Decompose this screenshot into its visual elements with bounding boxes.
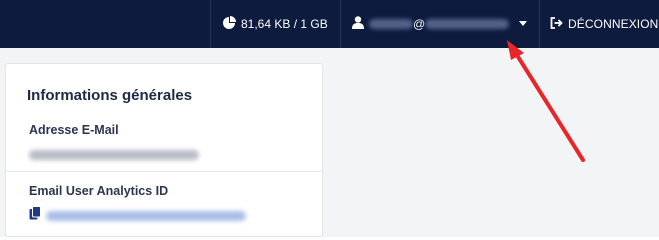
sign-out-icon [550,16,563,32]
user-icon [352,16,364,32]
card-divider [6,171,322,172]
analytics-id-label: Email User Analytics ID [29,184,169,198]
logout-label: DÉCONNEXION [568,17,659,31]
storage-usage-indicator: 81,64 KB / 1 GB [222,0,328,48]
topbar-divider [210,0,211,48]
email-value-redacted [29,150,199,160]
topbar-divider [539,0,540,48]
storage-usage-text: 81,64 KB / 1 GB [241,17,328,31]
copy-icon[interactable] [29,206,41,225]
top-navigation-bar: 81,64 KB / 1 GB @ DÉCONNEXION [0,0,659,48]
user-email-domain-redacted [425,19,510,29]
topbar-divider [340,0,341,48]
card-title: Informations générales [27,87,193,104]
email-label: Adresse E-Mail [29,123,119,137]
logout-button[interactable]: DÉCONNEXION [550,0,658,48]
user-email-at: @ [413,17,426,31]
analytics-id-value-redacted [46,211,246,221]
user-email-local-part-redacted [369,19,413,29]
pie-chart-icon [222,15,236,33]
general-info-card: Informations générales Adresse E-Mail Em… [5,63,323,237]
user-menu[interactable]: @ [352,0,510,48]
caret-down-icon[interactable] [519,21,527,26]
